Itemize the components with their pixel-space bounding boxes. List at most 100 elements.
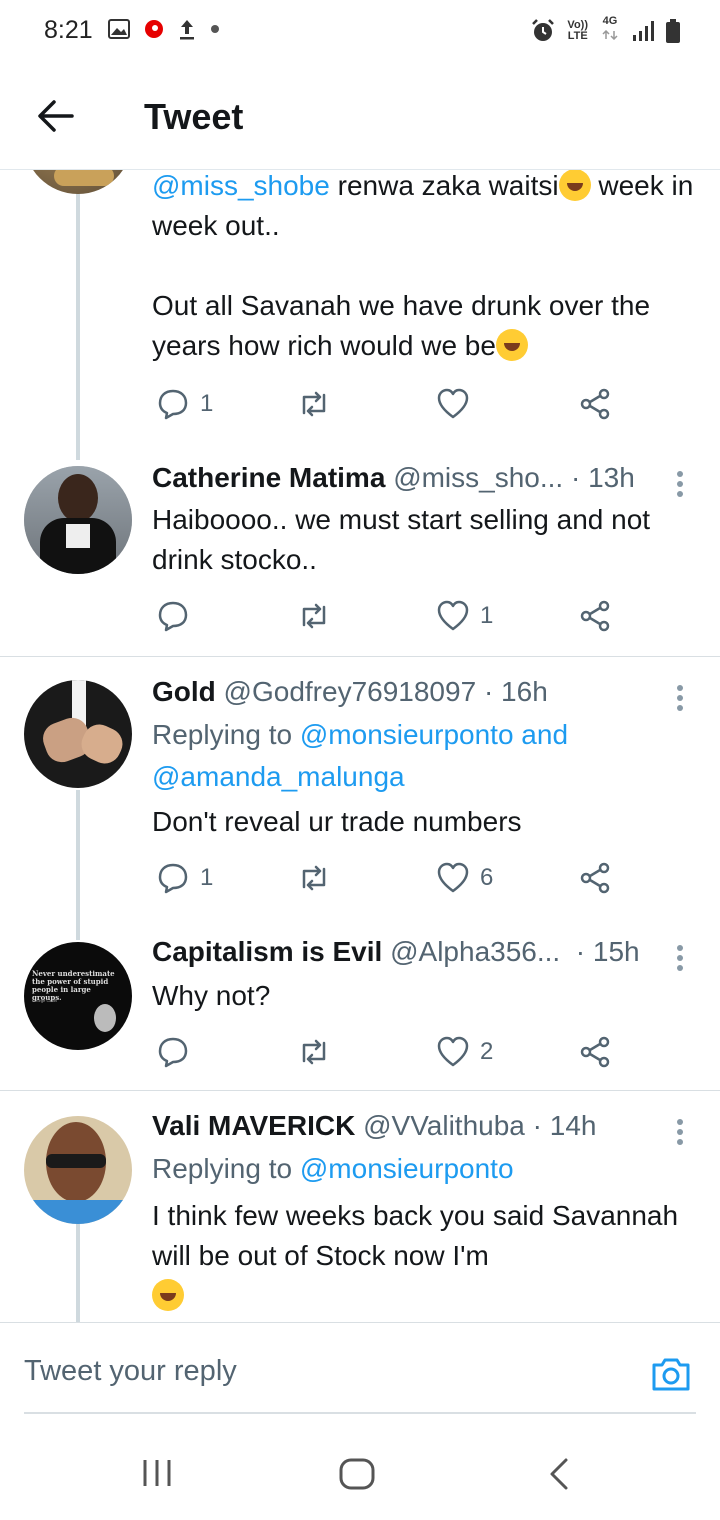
replying-to: Replying to @monsieurponto	[152, 1153, 514, 1184]
recent-apps-button[interactable]	[140, 1456, 174, 1495]
retweet-button[interactable]	[296, 384, 332, 424]
display-name[interactable]: Catherine Matima	[152, 462, 385, 493]
share-button[interactable]	[578, 858, 612, 898]
signal-icon	[633, 20, 654, 41]
mention-link[interactable]: @monsieurponto and	[300, 719, 568, 750]
avatar[interactable]	[24, 466, 132, 574]
separator-dot: ·	[532, 1110, 542, 1141]
dot-icon	[211, 25, 219, 33]
more-vertical-icon	[677, 685, 683, 691]
more-dot	[677, 965, 683, 971]
conversation-feed[interactable]: @miss_shobe renwa zaka waitsi week in we…	[0, 170, 720, 1322]
tweet-time[interactable]: 13h	[588, 462, 635, 493]
tweet-header: Vali MAVERICK @VValithuba · 14h	[152, 1110, 596, 1142]
share-icon	[580, 600, 610, 632]
thread-line	[76, 1224, 80, 1322]
more-dot	[677, 491, 683, 497]
thread-line	[76, 790, 80, 940]
tweet-text: Why not?	[152, 980, 271, 1011]
retweet-button[interactable]	[296, 1032, 332, 1072]
retweet-icon	[302, 603, 326, 629]
mention-link[interactable]: @miss_shobe	[152, 170, 330, 201]
back-button[interactable]	[34, 96, 78, 136]
divider	[0, 1090, 720, 1091]
upload-icon	[180, 20, 194, 40]
tweet-header: Catherine Matima @miss_sho... · 13h	[152, 462, 635, 494]
home-icon	[339, 1458, 375, 1490]
comment-icon	[158, 601, 188, 632]
display-name[interactable]: Capitalism is Evil	[152, 936, 382, 967]
heart-icon	[437, 862, 469, 893]
avatar-sunglasses	[46, 1154, 106, 1168]
system-icons: Vo)) LTE 4G	[531, 16, 680, 45]
avatar-quote-author: George Carlin	[32, 998, 57, 1003]
separator-dot: ·	[571, 462, 581, 493]
tweet-time[interactable]: 14h	[550, 1110, 597, 1141]
share-button[interactable]	[578, 1032, 612, 1072]
share-button[interactable]	[578, 384, 612, 424]
tweet-text: Don't reveal ur trade numbers	[152, 806, 522, 837]
retweet-button[interactable]	[296, 858, 332, 898]
battery-icon	[666, 18, 680, 43]
retweet-icon	[302, 391, 326, 417]
avatar-face	[58, 474, 98, 522]
more-options-button[interactable]	[672, 942, 688, 972]
like-button[interactable]: 6	[436, 858, 493, 898]
user-handle[interactable]: @Godfrey76918097	[224, 676, 477, 707]
home-button[interactable]	[338, 1456, 376, 1497]
tweet-actions: 1 6	[152, 858, 622, 898]
avatar[interactable]	[24, 170, 132, 194]
thread-line	[76, 170, 80, 460]
retweet-icon	[302, 1039, 326, 1065]
share-icon	[580, 1036, 610, 1068]
arrow-left-icon	[38, 100, 74, 132]
tweet-text-paragraph: Out all Savanah we have drunk over the y…	[152, 290, 651, 361]
like-button[interactable]	[436, 384, 470, 424]
more-options-button[interactable]	[672, 468, 688, 498]
divider	[0, 656, 720, 657]
reply-button[interactable]	[156, 1032, 190, 1072]
network-type-indicator: 4G	[600, 16, 620, 45]
data-arrows-icon	[602, 29, 618, 41]
separator-dot: ·	[483, 676, 494, 707]
mention-link[interactable]: @monsieurponto	[300, 1153, 514, 1184]
separator-dot: ·	[567, 936, 586, 967]
replying-to: Replying to @monsieurponto and @amanda_m…	[152, 719, 569, 792]
avatar[interactable]: Never underestimate the power of stupid …	[24, 942, 132, 1050]
tweet-actions: 2	[152, 1032, 622, 1072]
avatar[interactable]	[24, 680, 132, 788]
avatar[interactable]	[24, 1116, 132, 1224]
user-handle[interactable]: @Alpha356...	[390, 936, 560, 967]
share-icon	[580, 862, 610, 894]
status-time: 8:21	[44, 16, 93, 44]
like-button[interactable]: 2	[436, 1032, 493, 1072]
notification-icons	[108, 18, 220, 40]
share-button[interactable]	[578, 596, 612, 636]
more-options-button[interactable]	[672, 1116, 688, 1146]
reply-underline	[24, 1412, 696, 1414]
display-name[interactable]: Vali MAVERICK	[152, 1110, 355, 1141]
alarm-icon	[532, 18, 555, 41]
like-count: 1	[480, 602, 494, 629]
user-handle[interactable]: @VValithuba	[363, 1110, 525, 1141]
retweet-button[interactable]	[296, 596, 332, 636]
heart-icon	[437, 600, 469, 631]
reply-count: 1	[200, 864, 214, 891]
reply-input[interactable]: Tweet your reply	[24, 1355, 237, 1388]
display-name[interactable]: Gold	[152, 676, 216, 707]
tweet-time[interactable]: 15h	[593, 936, 640, 967]
mention-link[interactable]: @amanda_malunga	[152, 761, 405, 792]
reply-button[interactable]: 1	[156, 384, 213, 424]
tweet-time[interactable]: 16h	[501, 676, 548, 707]
like-button[interactable]: 1	[436, 596, 493, 636]
comment-icon	[158, 1037, 188, 1068]
reply-button[interactable]: 1	[156, 858, 213, 898]
user-handle[interactable]: @miss_sho...	[393, 462, 563, 493]
camera-button[interactable]	[650, 1355, 692, 1393]
tweet-header: Gold @Godfrey76918097 · 16h	[152, 676, 548, 708]
more-dot	[677, 705, 683, 711]
crying-emoji	[152, 1279, 184, 1311]
more-options-button[interactable]	[672, 682, 688, 712]
reply-button[interactable]	[156, 596, 190, 636]
back-nav-button[interactable]	[544, 1456, 574, 1497]
